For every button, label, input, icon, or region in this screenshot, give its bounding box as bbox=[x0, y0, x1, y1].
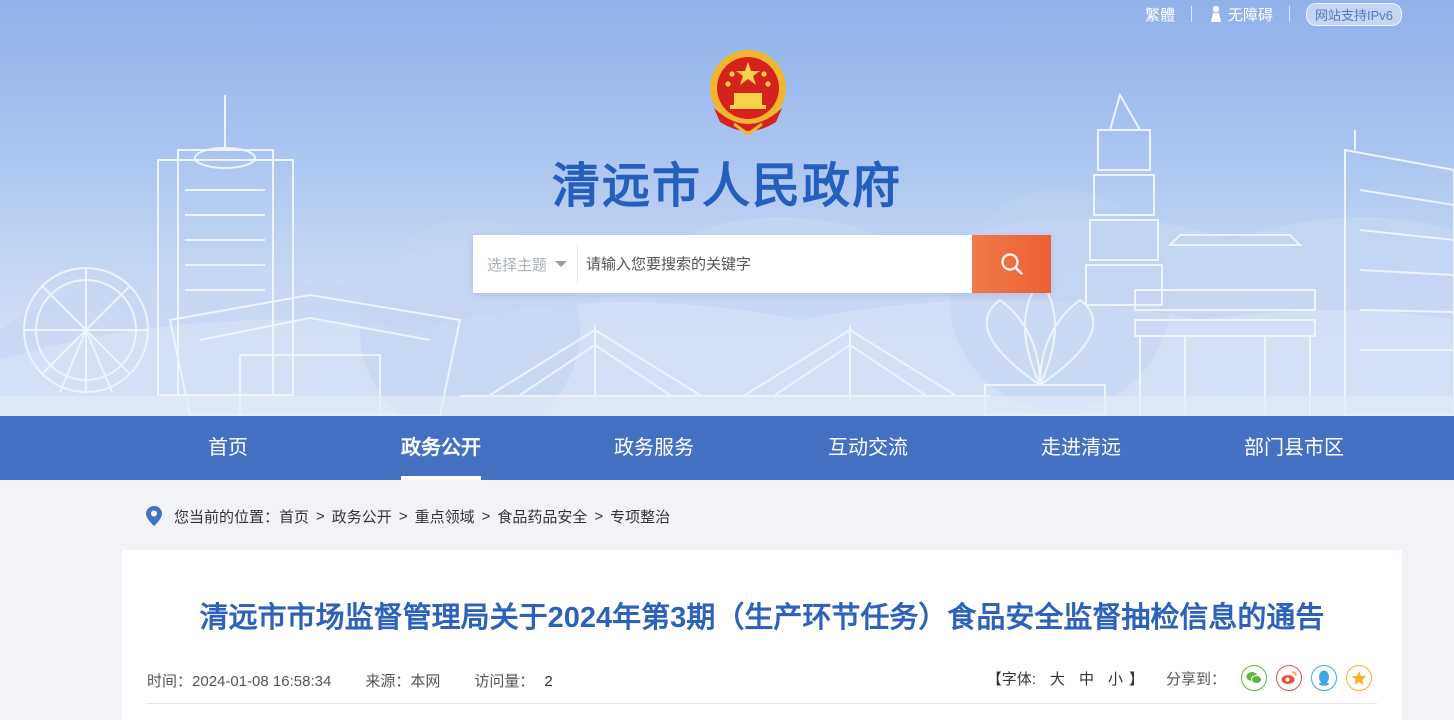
breadcrumb-item-home[interactable]: 首页 bbox=[279, 506, 309, 527]
breadcrumb-item-key-areas[interactable]: 重点领域 bbox=[415, 506, 475, 527]
search-icon bbox=[1000, 253, 1023, 275]
header-banner: 繁體 无障碍 网站支持IPv6 清远市人民政府 选择主题 bbox=[0, 0, 1454, 416]
share-qzone-button[interactable] bbox=[1346, 665, 1372, 691]
breadcrumb-separator: > bbox=[594, 507, 604, 525]
breadcrumb-separator: > bbox=[398, 507, 408, 525]
search-bar: 选择主题 bbox=[473, 235, 1051, 293]
share-label: 分享到： bbox=[1165, 670, 1226, 688]
traditional-chinese-link[interactable]: 繁體 bbox=[1145, 4, 1175, 25]
visit-count: 访问量： 2 bbox=[474, 670, 552, 691]
share-qq-button[interactable] bbox=[1311, 665, 1337, 691]
divider bbox=[1190, 6, 1192, 22]
font-size-label: 【字体: bbox=[986, 670, 1036, 688]
font-size-medium-button[interactable]: 中 bbox=[1079, 668, 1094, 689]
article-meta: 时间：2024-01-08 16:58:34 来源：本网 访问量： 2 bbox=[147, 670, 587, 691]
meta-divider bbox=[147, 703, 1377, 704]
divider bbox=[1288, 6, 1290, 22]
publish-time: 时间：2024-01-08 16:58:34 bbox=[147, 670, 331, 691]
share-wechat-button[interactable] bbox=[1241, 665, 1267, 691]
nav-item-about-qingyuan[interactable]: 走进清远 bbox=[1041, 416, 1121, 480]
qq-penguin-icon bbox=[1319, 670, 1329, 686]
accessibility-link[interactable]: 无障碍 bbox=[1208, 4, 1273, 25]
site-title: 清远市人民政府 bbox=[551, 160, 902, 213]
nav-item-government-affairs-disclosure[interactable]: 政务公开 bbox=[401, 416, 481, 480]
time-label: 时间： bbox=[147, 673, 193, 690]
source-value: 本网 bbox=[410, 673, 441, 690]
breadcrumb-item-food-drug-safety[interactable]: 食品药品安全 bbox=[497, 506, 587, 527]
nav-item-government-services[interactable]: 政务服务 bbox=[614, 416, 694, 480]
article-tools: 【字体: 大 中 小 】 分享到： bbox=[987, 665, 1372, 691]
visits-value: 2 bbox=[544, 673, 553, 690]
wechat-icon bbox=[1246, 672, 1262, 684]
breadcrumb-item-disclosure[interactable]: 政务公开 bbox=[332, 506, 392, 527]
nav-item-interaction[interactable]: 互动交流 bbox=[828, 416, 908, 480]
search-input[interactable] bbox=[578, 235, 972, 293]
chevron-down-icon bbox=[555, 261, 568, 267]
breadcrumb: 您当前的位置： 首页 > 政务公开 > 重点领域 > 食品药品安全 > 专项整治 bbox=[146, 504, 670, 528]
breadcrumb-prefix: 您当前的位置： bbox=[174, 508, 280, 526]
source-label: 来源： bbox=[365, 673, 411, 690]
visits-label: 访问量： bbox=[474, 673, 535, 690]
share-weibo-button[interactable] bbox=[1276, 665, 1302, 691]
font-size-close-bracket: 】 bbox=[1128, 670, 1144, 688]
nav-item-departments[interactable]: 部门县市区 bbox=[1244, 416, 1344, 480]
breadcrumb-item-special-rectification[interactable]: 专项整治 bbox=[610, 506, 670, 527]
location-pin-icon bbox=[146, 506, 162, 526]
nav-item-home[interactable]: 首页 bbox=[208, 416, 248, 480]
qzone-star-icon bbox=[1351, 671, 1367, 685]
accessibility-person-icon bbox=[1210, 5, 1221, 22]
article-source: 来源：本网 bbox=[365, 670, 440, 691]
search-button[interactable] bbox=[972, 235, 1051, 293]
article-title: 清远市市场监督管理局关于2024年第3期（生产环节任务）食品安全监督抽检信息的通… bbox=[199, 602, 1325, 634]
article-panel: 清远市市场监督管理局关于2024年第3期（生产环节任务）食品安全监督抽检信息的通… bbox=[122, 550, 1402, 720]
main-nav: 首页 政务公开 政务服务 互动交流 走进清远 部门县市区 bbox=[0, 416, 1454, 480]
topic-select[interactable]: 选择主题 bbox=[473, 245, 578, 283]
top-links: 繁體 无障碍 网站支持IPv6 bbox=[1145, 2, 1402, 26]
ipv6-badge: 网站支持IPv6 bbox=[1305, 2, 1402, 26]
accessibility-label: 无障碍 bbox=[1227, 6, 1273, 24]
font-size-small-button[interactable]: 小 bbox=[1108, 668, 1123, 689]
national-emblem-icon bbox=[710, 50, 786, 136]
font-size-large-button[interactable]: 大 bbox=[1050, 668, 1065, 689]
weibo-icon bbox=[1281, 671, 1297, 684]
time-value: 2024-01-08 16:58:34 bbox=[192, 673, 332, 690]
breadcrumb-separator: > bbox=[481, 507, 491, 525]
breadcrumb-separator: > bbox=[316, 507, 325, 525]
topic-select-label: 选择主题 bbox=[487, 256, 548, 274]
